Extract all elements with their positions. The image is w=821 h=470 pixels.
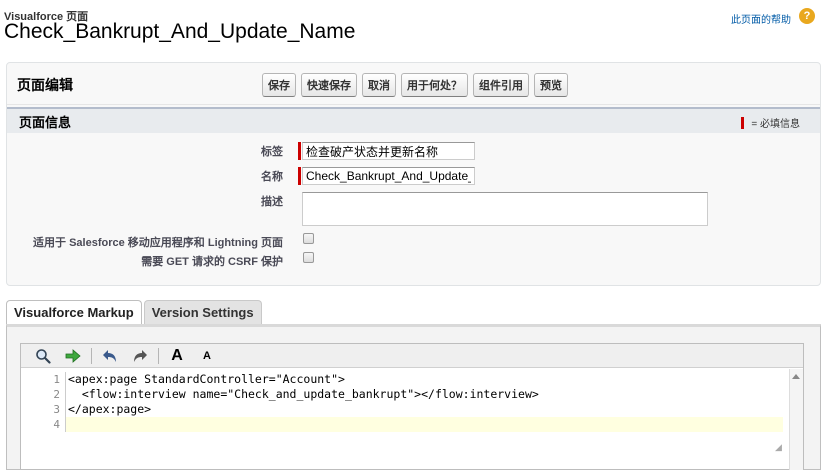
line-number: 1 bbox=[53, 373, 60, 386]
cancel-button[interactable]: 取消 bbox=[362, 73, 396, 97]
code-line[interactable]: <apex:page StandardController="Account"> bbox=[66, 372, 783, 387]
tab-visualforce-markup[interactable]: Visualforce Markup bbox=[6, 300, 142, 326]
page-edit-block: 页面编辑 保存 快速保存 取消 用于何处？ 组件引用 预览 页面信息 = 必填信… bbox=[6, 62, 821, 286]
preview-button[interactable]: 预览 bbox=[534, 73, 568, 97]
where-is-this-used-button[interactable]: 用于何处？ bbox=[401, 73, 468, 97]
label-required-icon bbox=[298, 142, 301, 160]
code-line[interactable]: </apex:page> bbox=[66, 402, 783, 417]
csrf-checkbox[interactable] bbox=[303, 252, 314, 263]
csrf-label: 需要 GET 请求的 CSRF 保护 bbox=[141, 256, 283, 268]
font-larger-icon[interactable]: A bbox=[165, 346, 189, 366]
resize-grip-icon[interactable]: ◢ bbox=[775, 442, 782, 453]
code-lines[interactable]: <apex:page StandardController="Account">… bbox=[65, 372, 783, 432]
label-field-label: 标签 bbox=[261, 146, 283, 158]
name-field-label: 名称 bbox=[261, 171, 283, 183]
page-edit-title: 页面编辑 bbox=[17, 77, 73, 93]
button-row: 保存 快速保存 取消 用于何处？ 组件引用 预览 bbox=[262, 73, 568, 97]
name-required-icon bbox=[298, 167, 301, 185]
toolbar-separator bbox=[91, 347, 92, 364]
scroll-up-icon[interactable] bbox=[792, 374, 800, 379]
goto-line-icon[interactable] bbox=[61, 346, 85, 366]
redo-icon[interactable] bbox=[128, 346, 152, 366]
page-edit-header: 页面编辑 保存 快速保存 取消 用于何处？ 组件引用 预览 bbox=[7, 63, 820, 105]
page-info-title: 页面信息 bbox=[19, 115, 72, 130]
description-field-label: 描述 bbox=[261, 196, 283, 208]
font-smaller-icon[interactable]: A bbox=[195, 346, 219, 366]
required-indicator-icon bbox=[741, 116, 745, 129]
search-icon[interactable] bbox=[31, 346, 55, 366]
code-line[interactable]: <flow:interview name="Check_and_update_b… bbox=[66, 387, 783, 402]
line-number-gutter: 1 2 3 4 bbox=[21, 372, 63, 432]
vertical-scrollbar[interactable] bbox=[789, 369, 803, 470]
component-reference-button[interactable]: 组件引用 bbox=[473, 73, 529, 97]
editor-toolbar: A A bbox=[21, 344, 803, 368]
mobile-ready-checkbox[interactable] bbox=[303, 233, 314, 244]
required-legend-text: = 必填信息 bbox=[751, 119, 800, 130]
name-field[interactable] bbox=[302, 167, 475, 185]
line-number: 3 bbox=[53, 403, 60, 416]
page-title: Check_Bankrupt_And_Update_Name bbox=[4, 20, 356, 43]
mobile-ready-label: 适用于 Salesforce 移动应用程序和 Lightning 页面 bbox=[33, 237, 283, 249]
line-number: 4 bbox=[53, 418, 60, 431]
code-area[interactable]: 1 2 3 4 <apex:page StandardController="A… bbox=[21, 369, 791, 470]
line-number: 2 bbox=[53, 388, 60, 401]
tab-bar: Visualforce Markup Version Settings bbox=[6, 300, 262, 326]
tab-version-settings[interactable]: Version Settings bbox=[143, 300, 262, 325]
description-field[interactable] bbox=[302, 192, 708, 226]
page-info-section-bar: 页面信息 = 必填信息 bbox=[7, 107, 820, 133]
save-button[interactable]: 保存 bbox=[262, 73, 296, 97]
undo-icon[interactable] bbox=[98, 346, 122, 366]
label-field[interactable] bbox=[302, 142, 475, 160]
toolbar-separator bbox=[158, 347, 159, 364]
help-link[interactable]: 此页面的帮助 bbox=[731, 11, 791, 26]
help-icon[interactable]: ? bbox=[799, 8, 815, 24]
active-code-line[interactable] bbox=[66, 417, 783, 432]
required-legend: = 必填信息 bbox=[741, 115, 800, 130]
code-editor: A A 1 2 3 4 <apex:page StandardControlle… bbox=[20, 343, 804, 470]
quick-save-button[interactable]: 快速保存 bbox=[301, 73, 357, 97]
